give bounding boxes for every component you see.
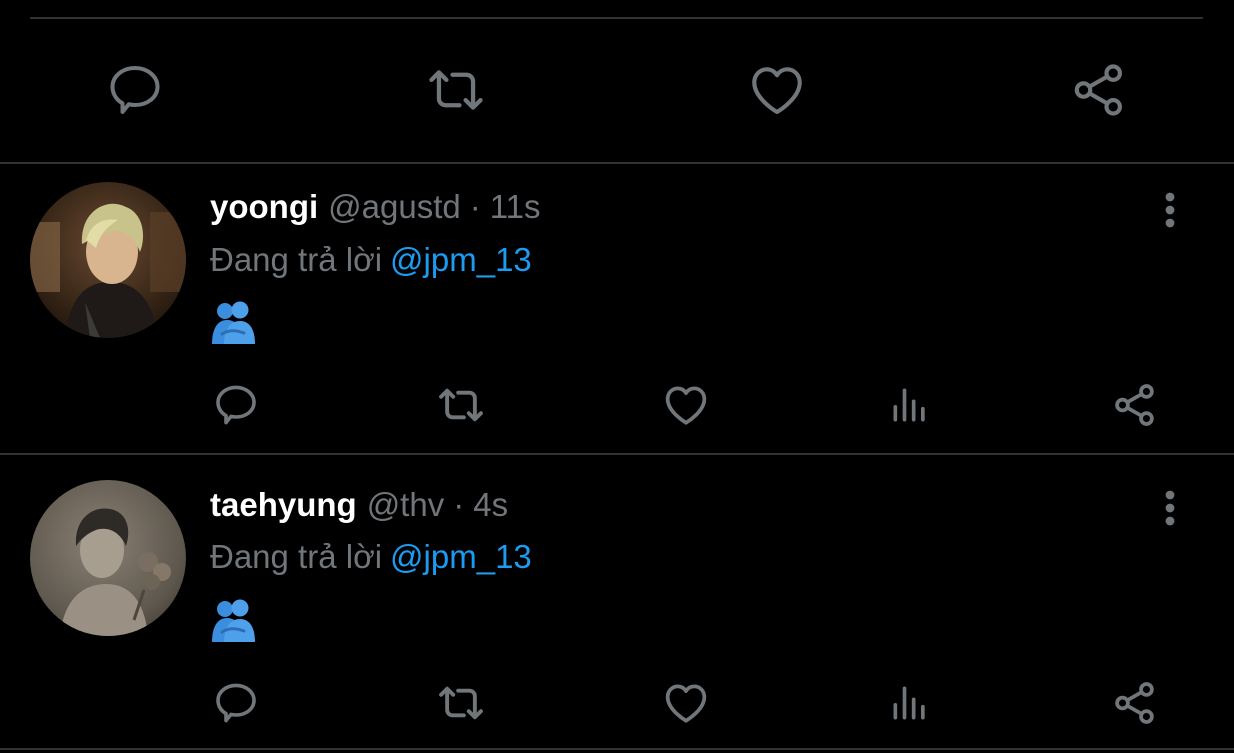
share-icon	[1074, 64, 1122, 116]
retweet-button[interactable]	[433, 377, 489, 433]
reply-icon	[216, 683, 256, 723]
separator-dot: ·	[469, 188, 481, 225]
like-button[interactable]	[742, 55, 812, 125]
more-options-button[interactable]	[1150, 486, 1190, 530]
tweet-header: yoongi @agustd · 11s	[210, 188, 541, 232]
like-icon	[665, 386, 707, 425]
reply-icon	[216, 385, 256, 425]
divider	[0, 453, 1234, 455]
retweet-button[interactable]	[421, 55, 491, 125]
retweet-icon	[429, 70, 483, 110]
like-button[interactable]	[658, 377, 714, 433]
display-name[interactable]: taehyung	[210, 486, 357, 524]
share-icon	[1115, 384, 1154, 426]
tweet-header: taehyung @thv · 4s	[210, 486, 508, 530]
reply-prefix: Đang trả lời	[210, 538, 383, 575]
share-button[interactable]	[1107, 377, 1163, 433]
views-button[interactable]	[882, 377, 938, 433]
divider	[0, 748, 1234, 750]
display-name[interactable]: yoongi	[210, 188, 318, 226]
reply-button[interactable]	[100, 55, 170, 125]
user-handle[interactable]: @agustd	[328, 188, 461, 226]
tweet-action-bar	[0, 675, 1234, 731]
reply-button[interactable]	[208, 377, 264, 433]
more-options-button[interactable]	[1150, 188, 1190, 232]
mention-link[interactable]: @jpm_13	[390, 241, 532, 278]
avatar[interactable]	[30, 182, 186, 338]
reply-icon	[110, 66, 160, 114]
like-icon	[665, 684, 707, 723]
timestamp[interactable]: 4s	[473, 486, 508, 524]
views-button[interactable]	[882, 675, 938, 731]
reply-context: Đang trả lời @jpm_13	[210, 538, 532, 576]
avatar[interactable]	[30, 480, 186, 636]
timestamp[interactable]: 11s	[490, 188, 541, 226]
main-tweet-action-bar	[0, 55, 1234, 125]
retweet-icon	[439, 388, 483, 422]
more-vertical-icon	[1165, 490, 1175, 526]
tweet-action-bar	[0, 377, 1234, 433]
separator-dot: ·	[453, 486, 465, 523]
divider	[0, 162, 1234, 164]
reply-prefix: Đang trả lời	[210, 241, 383, 278]
like-button[interactable]	[658, 675, 714, 731]
like-icon	[752, 67, 802, 115]
more-vertical-icon	[1165, 192, 1175, 228]
share-icon	[1115, 682, 1154, 724]
top-divider	[30, 17, 1203, 19]
people-hugging-emoji	[210, 598, 256, 642]
views-icon	[893, 388, 925, 422]
people-hugging-emoji	[210, 300, 256, 344]
mention-link[interactable]: @jpm_13	[390, 538, 532, 575]
user-handle[interactable]: @thv	[367, 486, 445, 524]
share-button[interactable]	[1107, 675, 1163, 731]
retweet-button[interactable]	[433, 675, 489, 731]
share-button[interactable]	[1064, 55, 1134, 125]
retweet-icon	[439, 686, 483, 720]
reply-button[interactable]	[208, 675, 264, 731]
reply-context: Đang trả lời @jpm_13	[210, 241, 532, 279]
views-icon	[893, 686, 925, 720]
